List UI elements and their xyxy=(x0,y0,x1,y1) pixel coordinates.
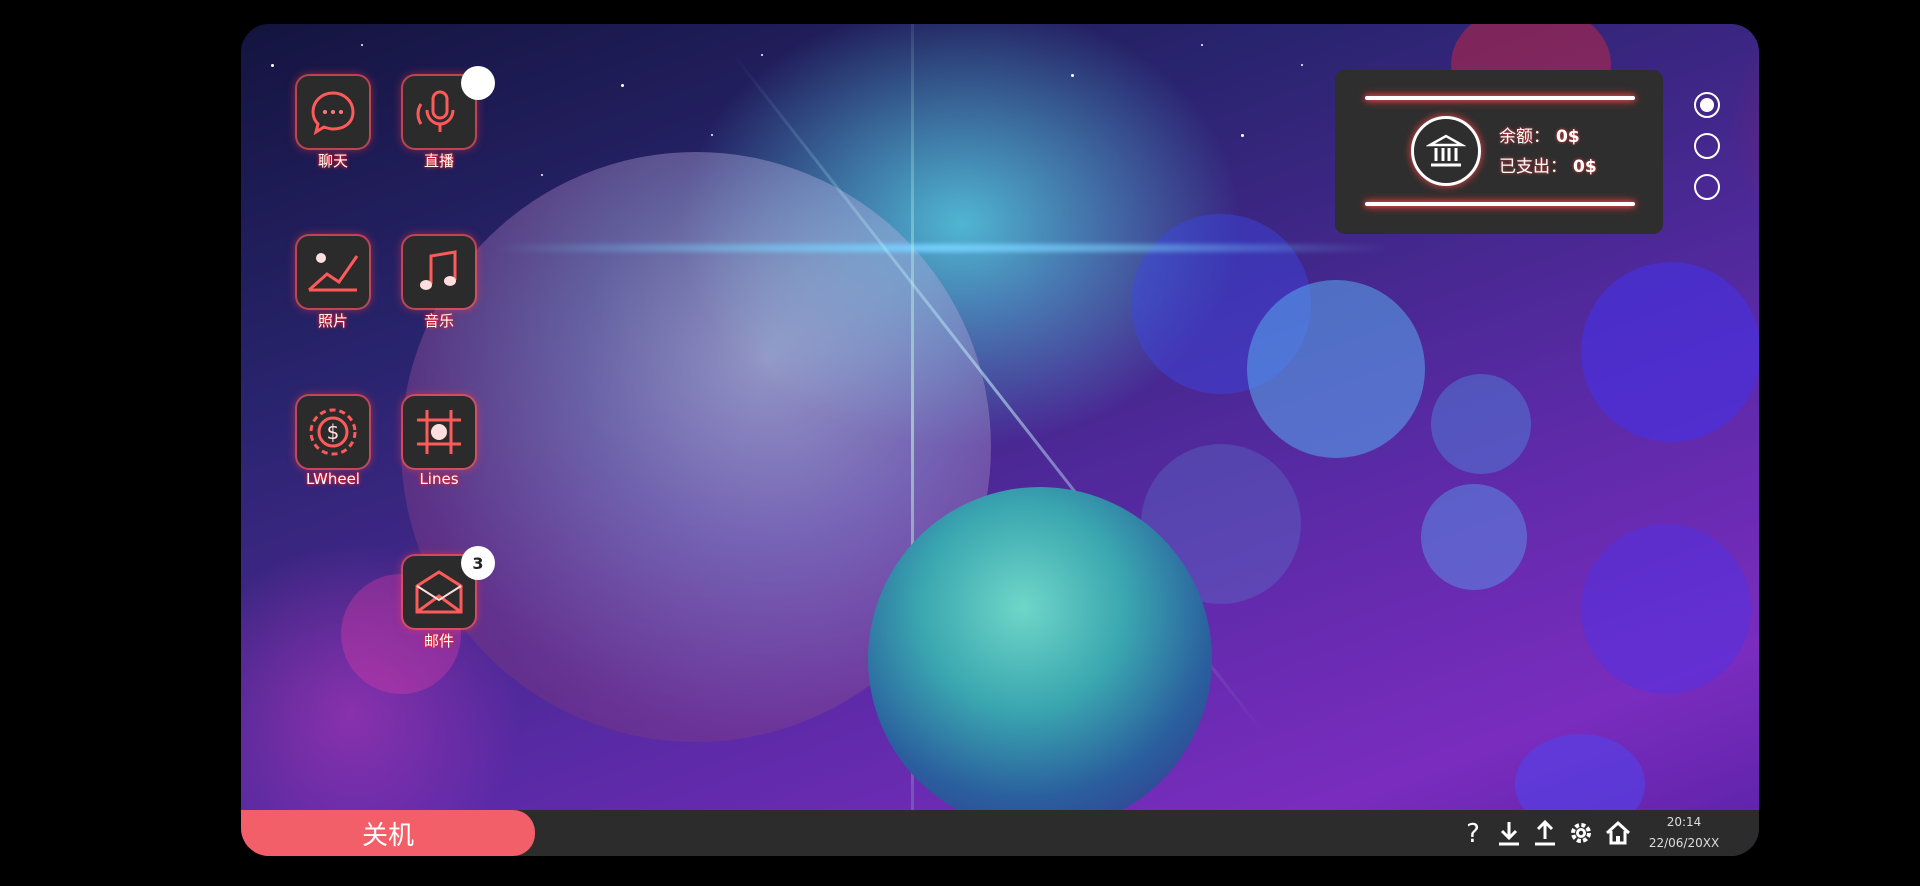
lines-app-tile[interactable] xyxy=(403,396,475,468)
app-label: LWheel xyxy=(306,470,360,488)
app-mail[interactable]: 3 邮件 xyxy=(399,546,495,651)
bokeh-bubble xyxy=(1247,280,1425,458)
star xyxy=(621,84,624,87)
star xyxy=(711,134,713,136)
shutdown-button[interactable]: 关机 xyxy=(241,810,535,856)
light-beam xyxy=(491,244,1391,252)
app-label: 聊天 xyxy=(317,152,348,170)
svg-text:?: ? xyxy=(1466,819,1480,847)
chat-app-tile[interactable] xyxy=(297,76,369,148)
star xyxy=(1071,74,1074,77)
bokeh-bubble xyxy=(1421,484,1527,590)
gear-icon[interactable] xyxy=(1567,819,1595,847)
balance-value: 0$ xyxy=(1556,127,1580,147)
envelope-icon xyxy=(415,570,463,614)
bokeh-bubble xyxy=(1581,262,1759,442)
help-icon[interactable]: ? xyxy=(1459,819,1487,847)
spent-value: 0$ xyxy=(1573,157,1597,177)
app-label: 直播 xyxy=(423,152,454,170)
upload-icon[interactable] xyxy=(1531,819,1559,847)
image-icon xyxy=(308,253,359,292)
app-photos[interactable]: 照片 xyxy=(293,236,373,331)
page-dot-3[interactable] xyxy=(1694,174,1720,200)
taskbar: 关机 ? 20:14 22/06/20XX xyxy=(241,810,1759,856)
star xyxy=(761,54,763,56)
star xyxy=(1301,64,1303,66)
star xyxy=(271,64,274,67)
divider xyxy=(1365,202,1635,206)
clock-time: 20:14 xyxy=(1666,815,1702,829)
app-music[interactable]: 音乐 xyxy=(399,236,479,331)
photos-app-tile[interactable] xyxy=(297,236,369,308)
app-live[interactable]: 直播 xyxy=(399,66,495,171)
download-icon[interactable] xyxy=(1495,819,1523,847)
divider xyxy=(1365,96,1635,100)
app-label: 音乐 xyxy=(423,312,454,330)
star xyxy=(361,44,363,46)
bokeh-bubble xyxy=(1581,524,1751,694)
app-lines[interactable]: Lines xyxy=(399,396,479,488)
bank-widget[interactable]: 余额： 0$ 已支出： 0$ xyxy=(1335,70,1663,234)
home-icon[interactable] xyxy=(1604,819,1632,847)
microphone-icon xyxy=(416,90,455,132)
star xyxy=(1241,134,1244,137)
spent-row: 已支出： 0$ xyxy=(1499,152,1597,177)
lwheel-app-tile[interactable]: $ xyxy=(297,396,369,468)
spent-label: 已支出： xyxy=(1499,157,1567,177)
star xyxy=(1201,44,1203,46)
balance-row: 余额： 0$ xyxy=(1499,122,1580,147)
live-app-tile[interactable] xyxy=(403,66,495,148)
app-label: Lines xyxy=(419,470,459,488)
bank-icon xyxy=(1411,116,1481,186)
casino-chip-icon: $ xyxy=(309,408,357,456)
balance-label: 余额： xyxy=(1499,127,1550,147)
page-dot-2[interactable] xyxy=(1694,133,1720,159)
app-chat[interactable]: 聊天 xyxy=(293,76,373,171)
svg-text:$: $ xyxy=(327,420,340,444)
notification-badge xyxy=(461,66,495,100)
app-label: 照片 xyxy=(317,312,348,330)
bokeh-bubble xyxy=(1431,374,1531,474)
music-app-tile[interactable] xyxy=(403,236,475,308)
phone-screen: 聊天 直播 照片 音乐 $ LWheel Lines 3 邮件 余额： 0$ 已… xyxy=(241,24,1759,856)
grid-target-icon xyxy=(417,410,461,454)
star xyxy=(541,174,543,176)
chat-bubble-icon xyxy=(311,91,355,136)
clock-date: 22/06/20XX xyxy=(1648,836,1720,850)
page-dot-1[interactable] xyxy=(1694,92,1720,118)
planet-small xyxy=(868,487,1212,831)
notification-badge: 3 xyxy=(461,546,495,580)
music-note-icon xyxy=(420,250,457,290)
app-lwheel[interactable]: $ LWheel xyxy=(293,396,373,488)
app-label: 邮件 xyxy=(423,632,454,650)
mail-app-tile[interactable]: 3 xyxy=(403,546,495,628)
